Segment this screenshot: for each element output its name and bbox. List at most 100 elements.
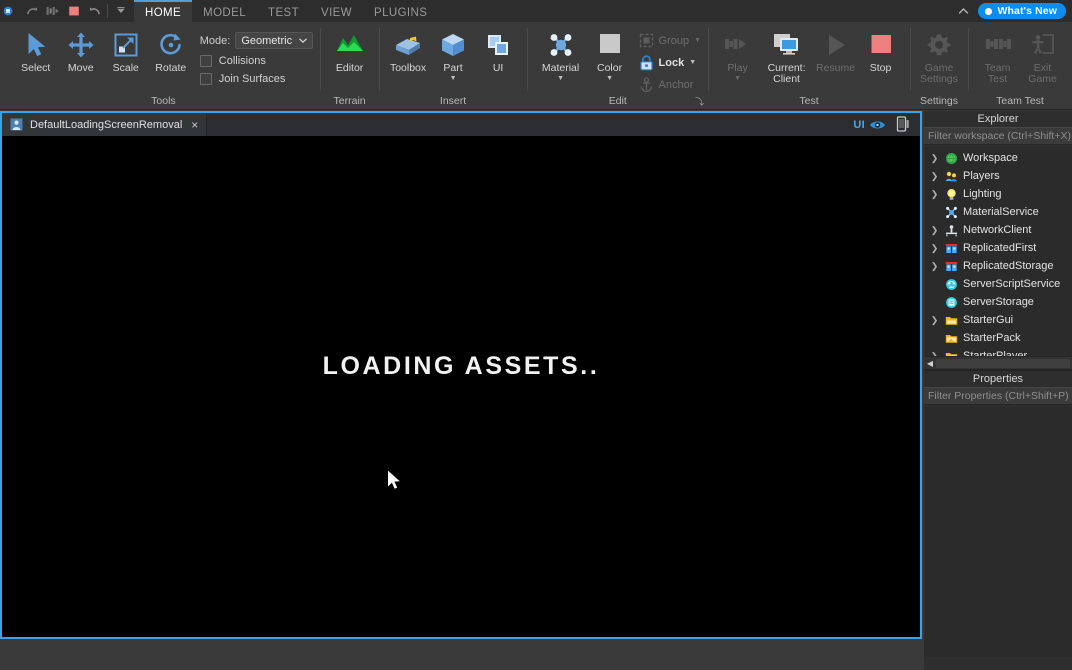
stop-label: Stop [869,62,892,74]
scale-tool-button[interactable]: Scale [104,26,148,74]
explorer-item-starterplayer[interactable]: ❯ StarterPlayer [924,347,1072,356]
explorer-item-label: Workspace [963,152,1018,164]
customize-chevron-icon[interactable] [111,1,130,21]
stop-square-icon[interactable] [64,1,83,21]
color-label: Color [597,62,623,74]
scrollbar-thumb[interactable] [936,358,1070,368]
part-button[interactable]: Part ▼ [431,26,475,82]
mode-dropdown[interactable]: Geometric [235,32,314,49]
move-arrows-icon [67,29,95,61]
explorer-item-networkclient[interactable]: ❯ NetworkClient [924,221,1072,239]
explorer-item-startergui[interactable]: ❯ StarterGui [924,311,1072,329]
publish-icon[interactable] [43,1,62,21]
explorer-item-materialservice[interactable]: ❯ MaterialService [924,203,1072,221]
move-tool-button[interactable]: Move [59,26,103,74]
explorer-item-label: ServerStorage [963,296,1034,308]
part-cube-icon [440,29,466,61]
join-surfaces-checkbox[interactable] [199,73,212,85]
tab-bar-filler [207,113,844,136]
material-button[interactable]: Material ▼ [535,26,587,82]
gear-icon [925,29,953,61]
mode-row: Mode: Geometric [200,32,314,49]
redo-icon[interactable] [22,1,41,21]
eye-icon [869,119,886,131]
chevron-down-icon [299,38,308,43]
server-script-service-icon [944,277,958,291]
explorer-item-lighting[interactable]: ❯ Lighting [924,185,1072,203]
collisions-checkbox[interactable] [199,55,212,67]
collapse-ribbon-icon[interactable] [955,7,972,15]
ribbon-group-edit: Material ▼ Color ▼ Group ▼ Lock ▼ Anchor… [528,22,709,110]
terrain-editor-button[interactable]: Editor [328,26,372,74]
material-chevron-down-icon[interactable]: ▼ [557,75,564,82]
explorer-item-label: NetworkClient [963,224,1032,236]
close-icon[interactable]: × [189,119,198,131]
title-bar: HOME MODEL TEST VIEW PLUGINS What's New [0,0,1072,22]
terrain-editor-label: Editor [335,62,364,74]
current-client-label: Current: Client [767,62,806,85]
game-settings-button: Game Settings [917,26,961,85]
properties-filter-input[interactable]: Filter Properties (Ctrl+Shift+P) [924,387,1072,405]
explorer-item-workspace[interactable]: ❯ Workspace [924,149,1072,167]
chevron-right-icon[interactable]: ❯ [930,261,939,271]
explorer-tree[interactable]: ❯ Workspace ❯ Players ❯ Lighting Materia… [924,147,1072,356]
chevron-right-icon[interactable]: ❯ [930,225,939,235]
undo-icon[interactable] [85,1,104,21]
ribbon-tab-test[interactable]: TEST [257,0,310,22]
chevron-right-icon[interactable]: ❯ [930,315,939,325]
ribbon-group-label-tools: Tools [151,95,176,107]
whats-new-button[interactable]: What's New [978,3,1066,19]
material-molecule-icon [546,29,576,61]
scroll-left-arrow-icon[interactable]: ◀ [924,359,936,368]
ribbon-tab-plugins[interactable]: PLUGINS [363,0,438,22]
current-client-button[interactable]: Current: Client [761,26,813,85]
stop-button[interactable]: Stop [859,26,903,74]
network-client-icon [944,223,958,237]
explorer-horizontal-scrollbar[interactable]: ◀ [924,356,1072,369]
collisions-label: Collisions [218,55,266,67]
chevron-right-icon[interactable]: ❯ [930,351,939,356]
chevron-right-icon[interactable]: ❯ [930,153,939,163]
explorer-item-players[interactable]: ❯ Players [924,167,1072,185]
select-tool-button[interactable]: Select [14,26,58,74]
game-viewport[interactable]: LOADING ASSETS.. [2,136,920,637]
roblox-logo-icon[interactable] [1,1,20,21]
resume-label: Resume [815,62,856,74]
device-emulate-icon[interactable] [895,116,910,133]
anchor-button: Anchor [639,75,702,94]
ribbon-tab-model[interactable]: MODEL [192,0,257,22]
ui-button[interactable]: UI [476,26,520,74]
part-chevron-down-icon[interactable]: ▼ [450,75,457,82]
explorer-item-serverscriptservice[interactable]: ❯ ServerScriptService [924,275,1072,293]
lock-chevron-down-icon[interactable]: ▼ [689,59,696,66]
edit-dialog-launcher-icon[interactable]: ⤵ [693,97,704,108]
toolbox-button[interactable]: Toolbox [386,26,430,74]
rotate-tool-button[interactable]: Rotate [149,26,193,74]
ribbon-tab-home[interactable]: HOME [134,0,193,22]
join-surfaces-checkbox-row[interactable]: Join Surfaces [199,73,313,85]
chevron-right-icon[interactable]: ❯ [930,243,939,253]
explorer-item-replicatedfirst[interactable]: ❯ ReplicatedFirst [924,239,1072,257]
rotate-tool-label: Rotate [155,62,187,74]
lock-label: Lock [658,56,685,69]
roblox-studio-window: HOME MODEL TEST VIEW PLUGINS What's New … [0,0,1072,670]
lock-button[interactable]: Lock ▼ [639,53,702,72]
document-tab[interactable]: DefaultLoadingScreenRemoval × [2,113,208,136]
color-chevron-down-icon[interactable]: ▼ [606,75,613,82]
explorer-filter-input[interactable]: Filter workspace (Ctrl+Shift+X) [924,127,1072,145]
resume-button: Resume [814,26,858,74]
team-test-icon [983,29,1013,61]
exit-game-label: Exit Game [1028,62,1057,85]
color-button[interactable]: Color ▼ [588,26,632,82]
explorer-item-serverstorage[interactable]: ❯ ServerStorage [924,293,1072,311]
chevron-right-icon[interactable]: ❯ [930,189,939,199]
ui-visibility-toggle[interactable]: UI [853,119,886,131]
explorer-item-label: StarterGui [963,314,1014,326]
explorer-item-starterpack[interactable]: ❯ StarterPack [924,329,1072,347]
collisions-checkbox-row[interactable]: Collisions [199,55,313,67]
group-label: Group [658,34,690,47]
chevron-right-icon[interactable]: ❯ [930,171,939,181]
explorer-filter-placeholder: Filter workspace (Ctrl+Shift+X) [928,130,1071,142]
ribbon-tab-view[interactable]: VIEW [310,0,363,22]
explorer-item-replicatedstorage[interactable]: ❯ ReplicatedStorage [924,257,1072,275]
